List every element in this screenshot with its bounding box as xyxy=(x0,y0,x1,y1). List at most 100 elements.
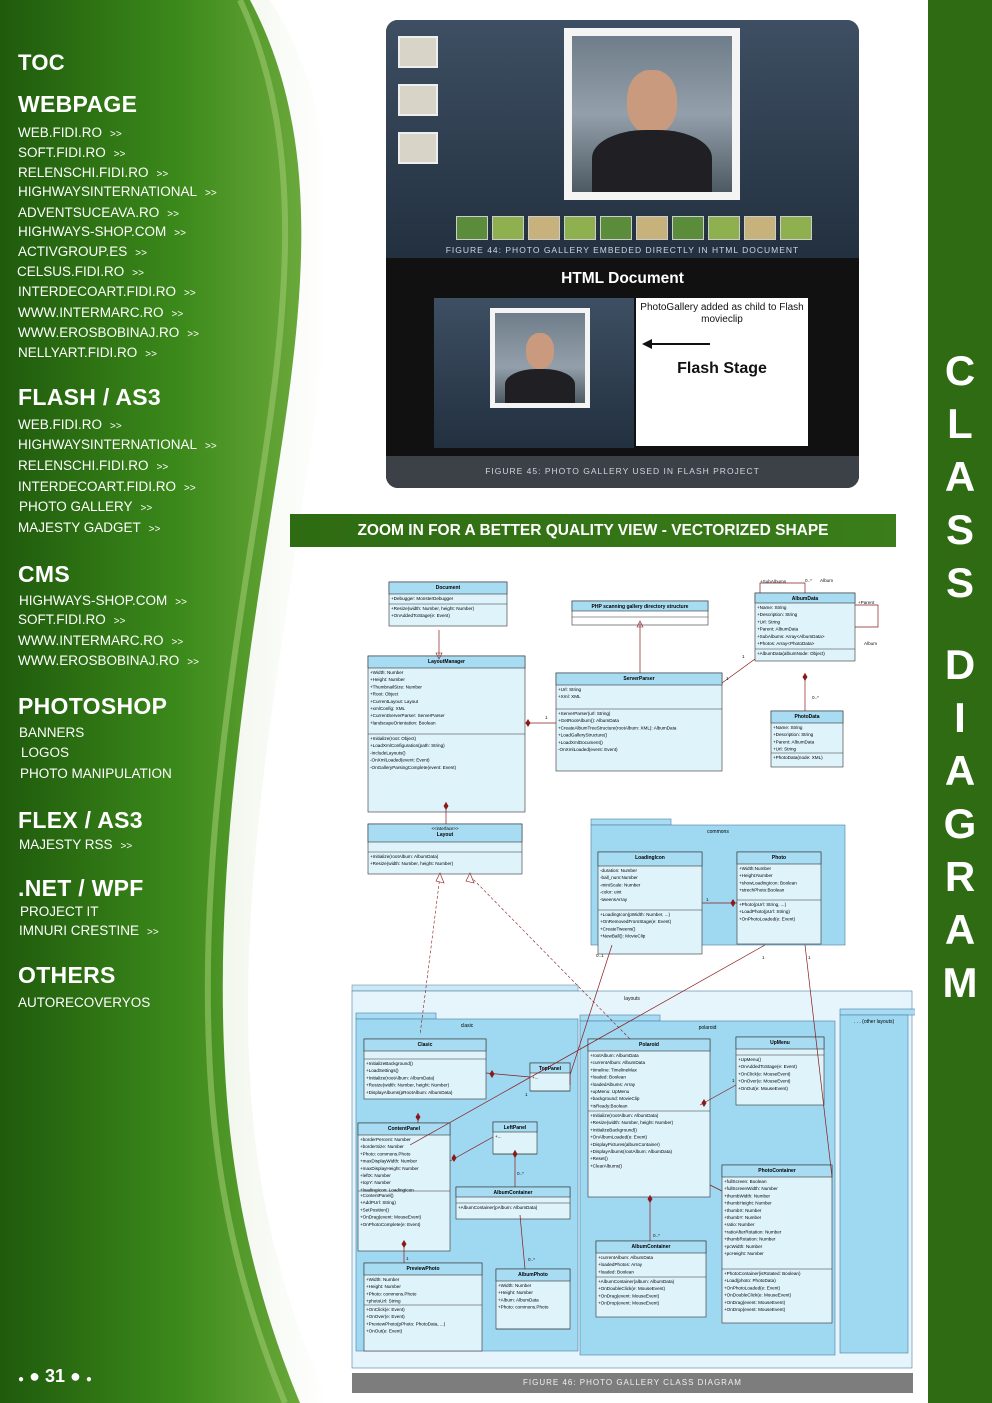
class-operation: +OnOut(e: Event) xyxy=(366,1329,403,1334)
link-flash-highways[interactable]: HIGHWAYSINTERNATIONAL >> xyxy=(18,437,217,452)
link-flash-majesty-gadget[interactable]: MAJESTY GADGET >> xyxy=(18,520,160,535)
class-operation: +OnOut(e: MouseEvent) xyxy=(738,1086,788,1091)
arrow: >> xyxy=(120,841,133,852)
class-leftpanel: LeftPanel+... xyxy=(492,1121,538,1155)
class-operation: +Resize(width: Number, height: Number) xyxy=(590,1120,674,1125)
link-adventsuceava[interactable]: ADVENTSUCEAVA.RO >> xyxy=(18,205,179,220)
figure44-caption: FIGURE 44: PHOTO GALLERY EMBEDED DIRECTL… xyxy=(445,245,800,255)
vertical-letter: R xyxy=(944,853,976,900)
link-cms-erosbobinaj[interactable]: WWW.EROSBOBINAJ.RO >> xyxy=(18,653,199,668)
class-attribute: +strechPhoto:Boolean xyxy=(739,888,785,893)
class-attribute: +loadedAlbums: Array xyxy=(590,1082,636,1087)
class-albumdata: AlbumData +Name: String +Description: Stri… xyxy=(754,592,856,662)
arrow: >> xyxy=(156,169,169,180)
link-intermarc[interactable]: WWW.INTERMARC.RO >> xyxy=(18,305,183,320)
class-name: Layout xyxy=(437,832,454,838)
link-erosbobinaj[interactable]: WWW.EROSBOBINAJ.RO >> xyxy=(18,325,199,340)
bullet-icon: ● xyxy=(29,1366,40,1386)
class-name: AlbumContainer xyxy=(494,1190,533,1196)
arrow: >> xyxy=(205,188,217,199)
package-label: polaroid xyxy=(699,1025,717,1031)
link-label: WWW.INTERMARC.RO xyxy=(18,633,164,648)
link-flash-photo-gallery[interactable]: PHOTO GALLERY >> xyxy=(19,499,152,514)
link-cms-soft-fidi[interactable]: SOFT.FIDI.RO >> xyxy=(18,612,125,627)
portrait-body xyxy=(592,130,712,192)
class-operation: +OnAlbumLoaded(e: Event) xyxy=(590,1135,648,1140)
class-attribute: +borderSize: Number xyxy=(360,1144,404,1149)
link-label: SOFT.FIDI.RO xyxy=(18,145,106,160)
arrow: >> xyxy=(175,597,187,608)
right-vertical-bar: C L A S S D I A G R A M xyxy=(928,0,992,1403)
link-nellyart[interactable]: NELLYART.FIDI.RO >> xyxy=(18,345,157,360)
class-attribute: +Url: String xyxy=(773,747,797,752)
class-operation: +OnDrop(event: MouseEvent) xyxy=(598,1301,660,1306)
svg-text:1: 1 xyxy=(762,955,765,960)
link-majesty-rss[interactable]: MAJESTY RSS >> xyxy=(19,837,132,852)
vertical-letter: A xyxy=(944,906,976,953)
photo-thumbnail-strip xyxy=(456,216,812,242)
class-name: PHP scanning gallery directory structure xyxy=(592,604,689,610)
portrait-image xyxy=(495,313,585,403)
item-autorecoveryos: AUTORECOVERYOS xyxy=(18,995,151,1010)
class-operation: +OnClick(e: Event) xyxy=(366,1307,405,1312)
class-operation: +OnAddedToStage(e: Event) xyxy=(391,613,450,618)
section-title-others: OTHERS xyxy=(18,962,116,988)
link-imnuri-crestine[interactable]: IMNURI CRESTINE >> xyxy=(19,923,159,938)
item-photo-manipulation: PHOTO MANIPULATION xyxy=(20,766,172,781)
class-attribute: +... xyxy=(495,1134,502,1139)
arrow: >> xyxy=(110,129,122,140)
class-operation: +Load(photo: PhotoData) xyxy=(724,1278,776,1283)
zoom-banner: ZOOM IN FOR A BETTER QUALITY VIEW - VECT… xyxy=(290,514,896,547)
photo-thumbnail xyxy=(780,216,812,240)
link-flash-interdecoart[interactable]: INTERDECOART.FIDI.RO >> xyxy=(18,479,196,494)
arrow: >> xyxy=(187,329,199,340)
class-operation: +OnPhotoLoaded(e: Event) xyxy=(739,916,796,921)
class-name: LayoutManager xyxy=(428,659,465,665)
class-name: ContentPanel xyxy=(388,1126,421,1132)
class-attribute: +ThumbnailSize: Number xyxy=(370,684,422,689)
class-albumcontainer1: AlbumContainer +AlbumContainer(pAlbum: Al… xyxy=(455,1186,571,1220)
class-operation: +Reset() xyxy=(590,1156,608,1161)
portrait-image xyxy=(572,36,732,192)
link-cms-highways-shop[interactable]: HIGHWAYS-SHOP.COM >> xyxy=(19,593,187,608)
class-attribute: +CurrentLayout: Layout xyxy=(370,699,419,704)
class-operation: +OnAddedToStage(e: Event) xyxy=(738,1064,797,1069)
arrow: >> xyxy=(147,927,159,938)
class-attribute: +Name: String xyxy=(757,605,787,610)
class-name: ServerParser xyxy=(623,676,654,682)
arrow: >> xyxy=(132,268,144,279)
section-title-cms: CMS xyxy=(18,561,71,587)
class-name: Photo xyxy=(772,855,786,861)
link-highwaysinternational[interactable]: HIGHWAYSINTERNATIONAL >> xyxy=(18,184,217,199)
link-web-fidi[interactable]: WEB.FIDI.RO >> xyxy=(18,125,122,140)
svg-text:1: 1 xyxy=(726,676,729,681)
link-cms-intermarc[interactable]: WWW.INTERMARC.RO >> xyxy=(18,633,183,648)
link-interdecoart[interactable]: INTERDECOART.FIDI.RO >> xyxy=(18,284,196,299)
item-logos: LOGOS xyxy=(21,745,70,760)
class-operation: +OnDrag(event: MouseEvent) xyxy=(598,1293,660,1298)
class-attribute: +Photo: commons.Photo xyxy=(360,1151,411,1156)
link-relenschi[interactable]: RELENSCHI.FIDI.RO >> xyxy=(18,165,168,180)
class-attribute: +Height: Number xyxy=(498,1290,533,1295)
svg-text:1: 1 xyxy=(525,1092,528,1097)
link-highways-shop[interactable]: HIGHWAYS-SHOP.COM >> xyxy=(18,224,186,239)
class-attribute: +fullScreenWidth: Number xyxy=(724,1186,778,1191)
portrait-face xyxy=(627,70,677,135)
class-operation: +OnDoubleClick(e: MouseEvent) xyxy=(724,1293,791,1298)
class-attribute: +maxDisplayWidth: Number xyxy=(360,1159,418,1164)
link-label: WWW.INTERMARC.RO xyxy=(18,305,164,320)
link-celsus[interactable]: CELSUS.FIDI.RO >> xyxy=(17,264,144,279)
class-attribute: +Height: Number xyxy=(366,1284,401,1289)
class-attribute: +loadedPhotos: Array xyxy=(598,1262,643,1267)
link-flash-relenschi[interactable]: RELENSCHI.FIDI.RO >> xyxy=(18,458,168,473)
link-flash-web-fidi[interactable]: WEB.FIDI.RO >> xyxy=(18,417,122,432)
page-number-value: 31 xyxy=(44,1366,65,1386)
link-soft-fidi[interactable]: SOFT.FIDI.RO >> xyxy=(18,145,125,160)
class-operation: +OnOver(e: Event) xyxy=(366,1314,405,1319)
class-name: Clasic xyxy=(418,1042,433,1048)
package-label: commons xyxy=(707,829,729,835)
class-operation: +OnDrop(event: MouseEvent) xyxy=(724,1307,786,1312)
link-activgroup[interactable]: ACTIVGROUP.ES >> xyxy=(18,244,147,259)
class-attribute: -tweensArray xyxy=(600,897,628,902)
figure46-caption: FIGURE 46: PHOTO GALLERY CLASS DIAGRAM xyxy=(352,1373,913,1393)
